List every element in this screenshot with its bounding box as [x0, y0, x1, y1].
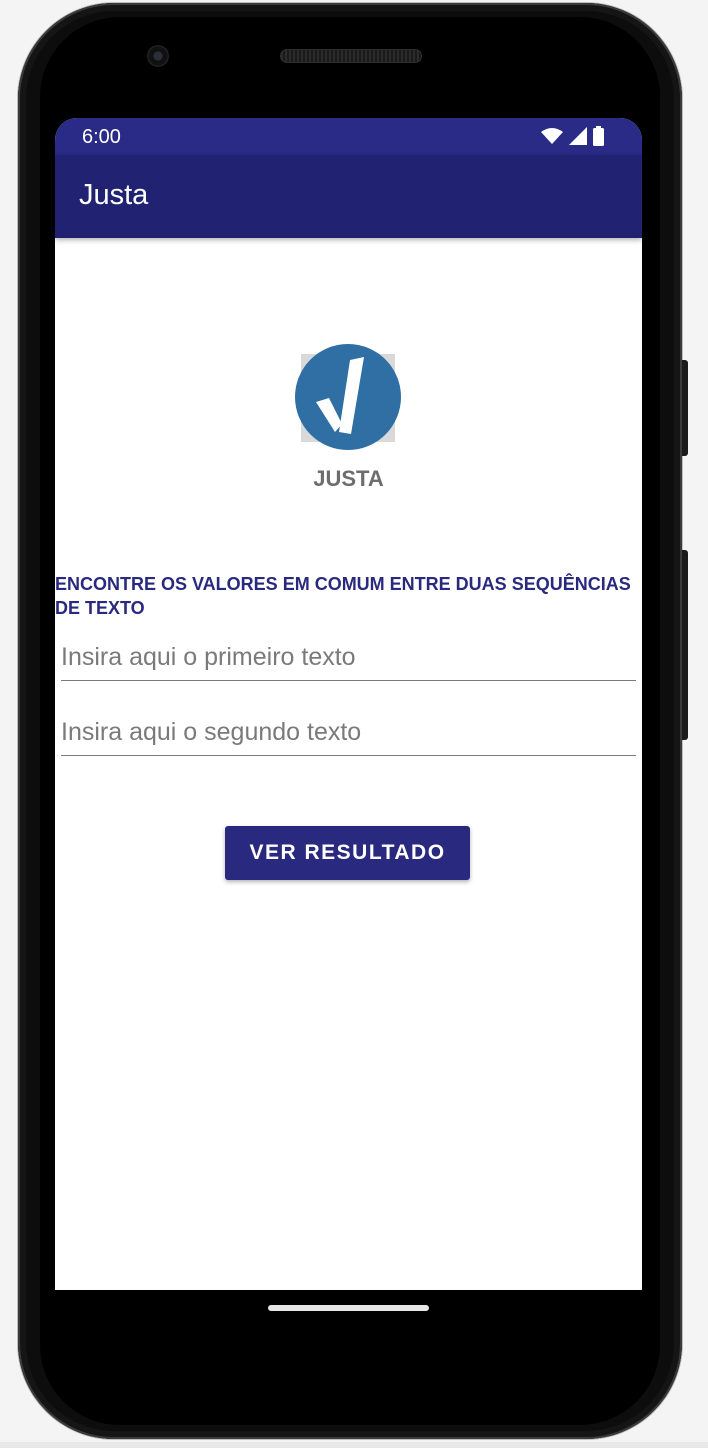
logo [295, 344, 401, 450]
volume-button [682, 550, 688, 740]
checkmark-logo-icon [295, 344, 401, 450]
status-bar: 6:00 [55, 118, 642, 155]
first-text-input[interactable] [61, 635, 636, 679]
brand-name: JUSTA [313, 466, 384, 491]
signal-icon [569, 127, 587, 145]
wifi-icon [541, 128, 563, 144]
window-bottom-edge [0, 1442, 708, 1448]
see-result-button[interactable]: VER RESULTADO [225, 826, 470, 880]
home-indicator[interactable] [268, 1305, 429, 1311]
app-screen: 6:00 Justa JUSTA ENCONTRE OS VALORES EM … [55, 118, 642, 1290]
app-title: Justa [79, 179, 149, 211]
second-text-field[interactable] [61, 710, 636, 756]
second-text-input[interactable] [61, 710, 636, 754]
app-bar: Justa [55, 155, 642, 238]
status-icons [541, 126, 604, 146]
headline: ENCONTRE OS VALORES EM COMUM ENTRE DUAS … [55, 574, 631, 618]
status-time: 6:00 [82, 126, 121, 148]
power-button [682, 360, 688, 456]
camera-icon [147, 45, 169, 67]
battery-icon [593, 126, 604, 146]
first-text-field[interactable] [61, 635, 636, 681]
speaker-grille [280, 49, 422, 63]
